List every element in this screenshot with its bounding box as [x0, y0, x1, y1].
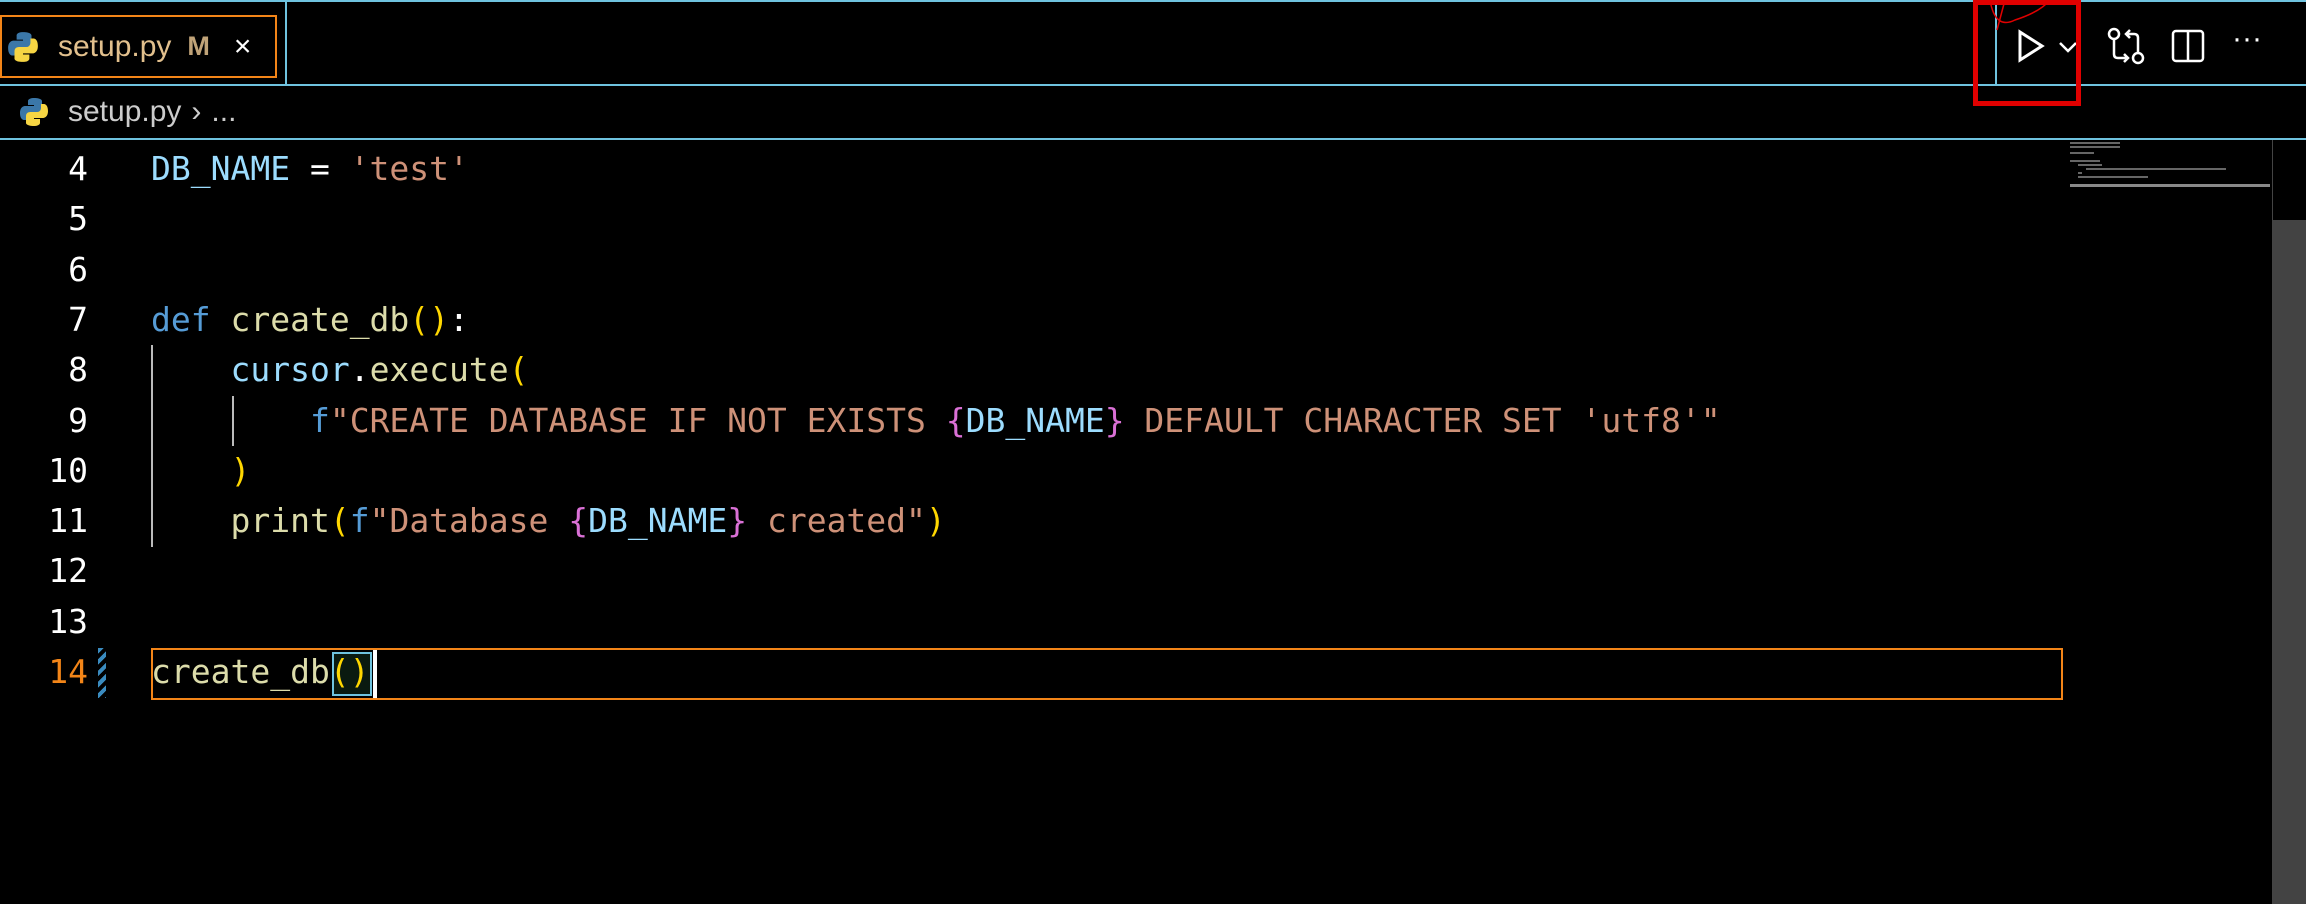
token: () [329, 652, 370, 691]
code-editor[interactable]: 4 DB_NAME = 'test' 5 6 7 def create_db(): 8 cu… [0, 140, 2270, 904]
python-icon [8, 31, 38, 62]
token: execute [369, 350, 509, 390]
token: create_db [230, 299, 410, 339]
tab-bar: setup.py M × ··· [0, 0, 2306, 86]
tab-label: setup.py [58, 29, 172, 63]
token: print [230, 501, 330, 541]
line-number: 13 [48, 601, 88, 641]
token: DB_NAME [965, 400, 1105, 440]
token: } [727, 501, 748, 541]
scrollbar-thumb[interactable] [2273, 220, 2306, 904]
token: DB_NAME [588, 501, 728, 541]
code-line[interactable]: 13 [0, 597, 2063, 647]
code-text: create_db() [151, 647, 370, 697]
code-text: def create_db(): [151, 295, 469, 345]
token: f [309, 400, 330, 440]
code-line[interactable]: 4 DB_NAME = 'test' [0, 144, 2063, 194]
code-line[interactable]: 10 ) [0, 446, 2063, 496]
code-text: cursor.execute( [151, 345, 529, 395]
python-icon [20, 98, 48, 126]
line-number: 8 [68, 350, 88, 390]
code-line[interactable]: 5 [0, 194, 2063, 244]
code-text: ) [151, 446, 250, 496]
token: ) [925, 501, 946, 541]
compare-changes-icon[interactable] [2106, 26, 2146, 66]
token: { [945, 400, 966, 440]
modified-badge: M [187, 31, 210, 61]
code-line[interactable]: 9 f"CREATE DATABASE IF NOT EXISTS {DB_NA… [0, 396, 2063, 446]
code-text: DB_NAME = 'test' [151, 144, 469, 194]
token: def [151, 299, 231, 339]
more-actions-icon[interactable]: ··· [2232, 22, 2272, 62]
line-number: 6 [68, 249, 88, 289]
breadcrumb: setup.py › ... [0, 86, 2306, 140]
token: f [349, 501, 370, 541]
token: ( [508, 350, 529, 390]
tab-setup-py[interactable]: setup.py M × [0, 15, 277, 78]
code-line[interactable]: 12 [0, 546, 2063, 596]
token: DB_NAME [151, 149, 291, 188]
code-line[interactable]: 6 [0, 245, 2063, 295]
line-number: 12 [48, 551, 88, 591]
breadcrumb-symbols[interactable]: ... [211, 95, 236, 129]
token: () [409, 299, 450, 339]
line-number: 5 [68, 199, 88, 239]
split-editor-icon[interactable] [2168, 26, 2208, 66]
token: ( [329, 501, 350, 541]
token: } [1104, 400, 1125, 440]
line-number: 4 [68, 149, 88, 188]
token: { [568, 501, 589, 541]
code-text: print(f"Database {DB_NAME} created") [151, 496, 946, 546]
token: "CREATE DATABASE IF NOT EXISTS [329, 400, 946, 440]
token: DEFAULT CHARACTER SET 'utf8'" [1124, 400, 1721, 440]
scrollbar[interactable] [2272, 140, 2306, 904]
token: . [349, 350, 370, 390]
line-number: 9 [68, 400, 88, 440]
token: : [449, 299, 469, 339]
token: ) [230, 450, 251, 490]
line-number: 7 [68, 299, 88, 339]
code-line[interactable]: 14 create_db() [0, 647, 2063, 697]
code-line[interactable]: 7 def create_db(): [0, 295, 2063, 345]
token: = [290, 149, 350, 188]
line-number: 11 [48, 501, 88, 541]
chevron-right-icon: › [191, 95, 202, 128]
token: "Database [369, 501, 569, 541]
divider [285, 2, 287, 86]
token: create_db [151, 652, 330, 691]
line-number: 10 [48, 450, 88, 490]
minimap[interactable] [2066, 140, 2270, 200]
breadcrumb-file[interactable]: setup.py [68, 95, 181, 129]
line-number: 14 [48, 652, 88, 691]
token: cursor [230, 350, 350, 390]
token: created" [747, 501, 926, 541]
code-line[interactable]: 8 cursor.execute( [0, 345, 2063, 395]
token: 'test' [349, 149, 469, 188]
code-text: f"CREATE DATABASE IF NOT EXISTS {DB_NAME… [151, 396, 1721, 446]
close-icon[interactable]: × [234, 30, 252, 64]
code-line[interactable]: 11 print(f"Database {DB_NAME} created") [0, 496, 2063, 546]
